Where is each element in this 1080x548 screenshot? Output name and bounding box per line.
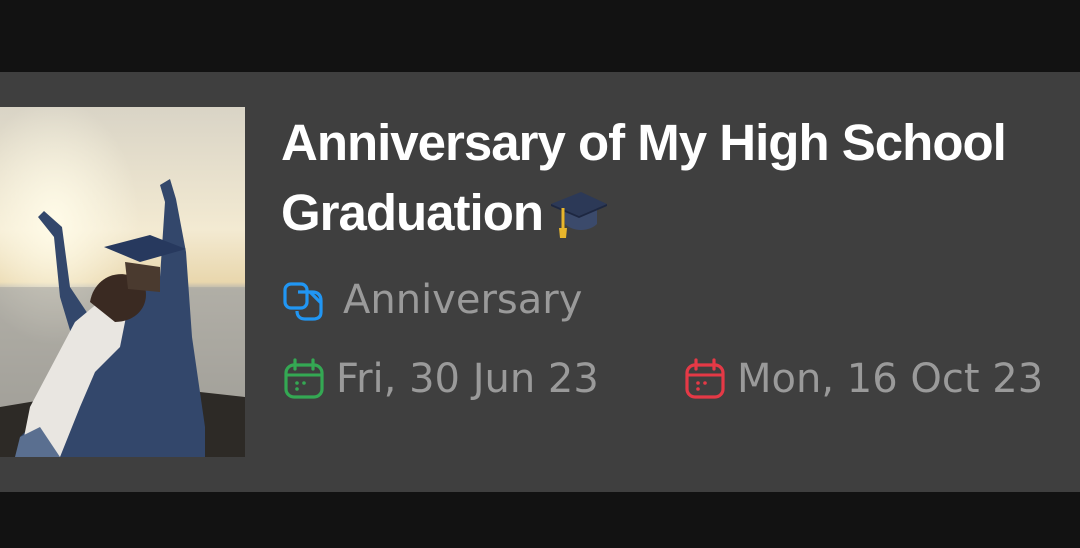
event-category: Anniversary	[282, 275, 582, 325]
event-end-date: Mon, 16 Oct 23	[683, 354, 1043, 404]
graduation-cap-icon	[549, 184, 609, 258]
event-thumbnail	[0, 107, 245, 457]
event-end-date-label: Mon, 16 Oct 23	[737, 356, 1044, 402]
event-card[interactable]: Anniversary of My High School Graduation…	[0, 72, 1080, 492]
event-start-date-label: Fri, 30 Jun 23	[336, 356, 599, 402]
calendar-icon	[284, 358, 324, 399]
calendar-icon	[685, 358, 725, 399]
event-title-text: Anniversary of My High School Graduation	[281, 114, 1007, 241]
copy-icon	[283, 282, 323, 321]
event-title: Anniversary of My High School Graduation	[281, 108, 1071, 258]
event-start-date: Fri, 30 Jun 23	[282, 354, 599, 404]
screen: Anniversary of My High School Graduation…	[0, 0, 1080, 548]
event-category-label: Anniversary	[343, 277, 583, 323]
